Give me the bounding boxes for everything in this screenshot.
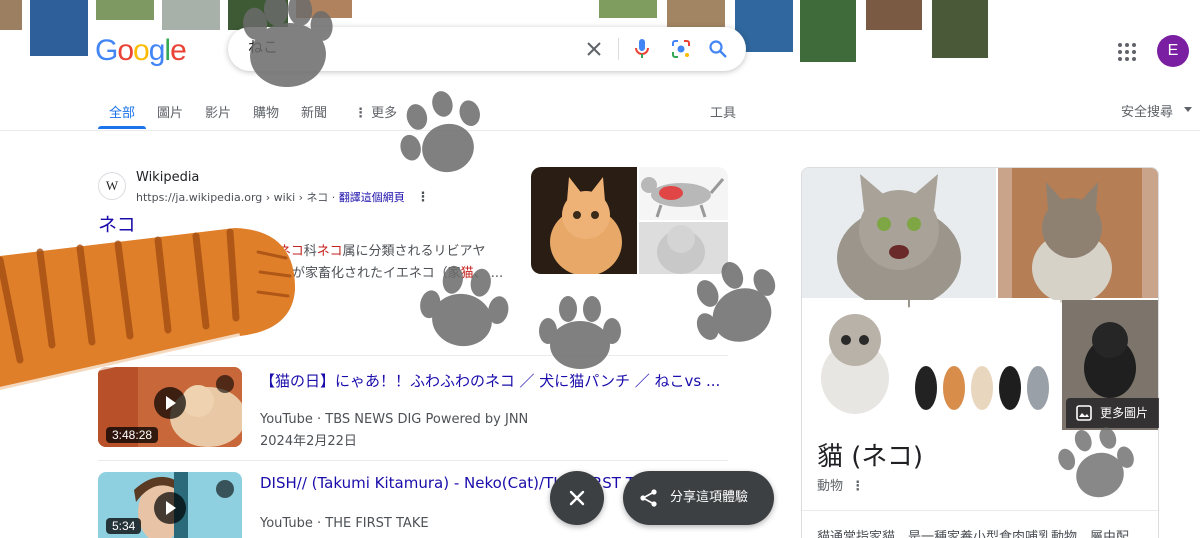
snippet-highlight: ネコ <box>278 244 304 259</box>
knowledge-panel-image-grid[interactable] <box>802 168 1159 430</box>
logo-letter: g <box>148 34 166 67</box>
camera-icon <box>672 40 690 58</box>
share-experience-button[interactable]: 分享這項體驗 <box>623 471 774 525</box>
result-separator <box>98 460 728 461</box>
account-avatar[interactable]: E <box>1157 35 1189 67</box>
play-icon[interactable] <box>154 492 186 524</box>
tab-images[interactable]: 圖片 <box>157 102 183 121</box>
active-tab-indicator <box>98 126 146 129</box>
knowledge-panel-divider <box>802 510 1158 511</box>
tabs-divider <box>0 130 1200 131</box>
expand-icon[interactable] <box>216 375 234 393</box>
video-thumbnail[interactable]: 5:34 <box>98 472 242 538</box>
result-breadcrumb[interactable]: https://ja.wikipedia.org › wiki › ネコ · 翻… <box>136 189 429 205</box>
microphone-icon <box>635 39 649 58</box>
search-button[interactable] <box>706 37 730 61</box>
search-divider <box>618 38 619 60</box>
close-icon <box>587 42 601 56</box>
logo-letter: o <box>133 34 150 67</box>
share-icon <box>640 489 657 507</box>
doodle-tile <box>162 0 220 30</box>
tab-all[interactable]: 全部 <box>109 102 135 121</box>
result-title[interactable]: ネコ <box>98 210 136 237</box>
safe-search-button[interactable]: 安全搜尋 <box>1121 101 1173 120</box>
apps-button[interactable] <box>1117 42 1137 62</box>
more-vert-icon[interactable]: ⋮ <box>851 479 864 494</box>
knowledge-panel-subtitle: 動物 ⋮ <box>817 475 864 494</box>
paw-print-icon <box>539 296 621 369</box>
cat-arm-illustration <box>0 228 296 393</box>
doodle-tile <box>932 0 988 58</box>
paw-print-icon <box>400 91 480 173</box>
doodle-tile <box>667 0 725 28</box>
video-date: 2024年2月22日 <box>260 434 357 449</box>
more-images-label: 更多圖片 <box>1100 406 1149 420</box>
logo-letter: G <box>95 34 118 67</box>
more-images-button[interactable]: 更多圖片 <box>1066 398 1159 428</box>
tab-more-label: 更多 <box>371 106 398 121</box>
video-duration: 3:48:28 <box>106 427 159 443</box>
result-thumbnails[interactable] <box>531 167 728 274</box>
doodle-tile <box>599 0 657 18</box>
wikipedia-favicon: W <box>98 172 126 200</box>
result-url: https://ja.wikipedia.org › wiki › ネコ <box>136 191 329 204</box>
doodle-tile <box>96 0 154 20</box>
doodle-tile <box>228 0 288 30</box>
lens-search-button[interactable] <box>669 37 693 61</box>
tab-shopping[interactable]: 購物 <box>253 102 279 121</box>
snippet-text: 科 <box>303 244 317 259</box>
video-title[interactable]: 【猫の日】にゃあ！！ふわふわのネコ ／ 犬に猫パンチ ／ ねこvs ... <box>260 370 720 391</box>
snippet-text: が家畜化されたイエネコ（家 <box>292 266 461 281</box>
close-doodle-button[interactable] <box>550 471 604 525</box>
google-logo[interactable]: Google <box>95 34 187 68</box>
more-vert-icon[interactable]: ⋮ <box>416 190 429 205</box>
close-icon <box>569 490 585 506</box>
snippet-text: 、 ... <box>473 266 504 281</box>
dropdown-arrow-icon <box>1184 107 1192 112</box>
video-duration: 5:34 <box>106 518 142 534</box>
cat-photo-thumbnails <box>531 167 728 274</box>
result-separator <box>98 355 728 356</box>
video-source: YouTube · THE FIRST TAKE <box>260 516 429 531</box>
image-icon <box>1076 405 1092 421</box>
voice-search-button[interactable] <box>630 37 654 61</box>
play-icon[interactable] <box>154 387 186 419</box>
tab-news[interactable]: 新聞 <box>301 102 327 121</box>
share-label: 分享這項體驗 <box>670 490 749 505</box>
apps-grid-icon <box>1118 43 1136 61</box>
translate-link[interactable]: 翻譯這個網頁 <box>339 191 405 204</box>
tab-videos[interactable]: 影片 <box>205 102 231 121</box>
video-source: YouTube · TBS NEWS DIG Powered by JNN <box>260 412 529 427</box>
doodle-tile <box>866 0 922 30</box>
google-search-page: Google ねこ E 全部 圖片 影片 購物 新聞 ⋮ 更多 工具 安全搜尋 … <box>0 0 1200 538</box>
doodle-tile <box>30 0 88 56</box>
video-thumbnail[interactable]: 3:48:28 <box>98 367 242 447</box>
result-snippet-line-2: が家畜化されたイエネコ（家猫、 ... <box>292 262 503 281</box>
expand-icon[interactable] <box>216 480 234 498</box>
search-box <box>228 27 746 71</box>
clear-search-button[interactable] <box>582 37 606 61</box>
result-snippet-line-1: ネコ科ネコ属に分類されるリビアヤ <box>278 240 486 259</box>
knowledge-panel-subtitle-label: 動物 <box>817 479 844 494</box>
snippet-text: 属に分類されるリビアヤ <box>342 244 486 259</box>
more-vert-icon: ⋮ <box>354 106 367 121</box>
knowledge-panel-description: 貓通常指家貓，是一種家養小型食肉哺乳動物，屬由配 <box>817 530 1130 538</box>
snippet-highlight: ネコ <box>316 244 343 259</box>
doodle-tile <box>296 0 352 18</box>
result-site-name[interactable]: Wikipedia <box>136 170 199 185</box>
doodle-tile <box>800 0 856 62</box>
search-input[interactable] <box>248 38 578 55</box>
search-icon <box>709 40 727 58</box>
logo-letter: e <box>170 34 187 67</box>
knowledge-panel-title: 貓 (ネコ) <box>817 442 924 472</box>
tools-button[interactable]: 工具 <box>710 102 736 121</box>
tab-more[interactable]: ⋮ 更多 <box>354 102 397 121</box>
snippet-highlight: 猫 <box>460 266 474 281</box>
doodle-tile <box>0 0 22 30</box>
logo-letter: o <box>117 34 134 67</box>
